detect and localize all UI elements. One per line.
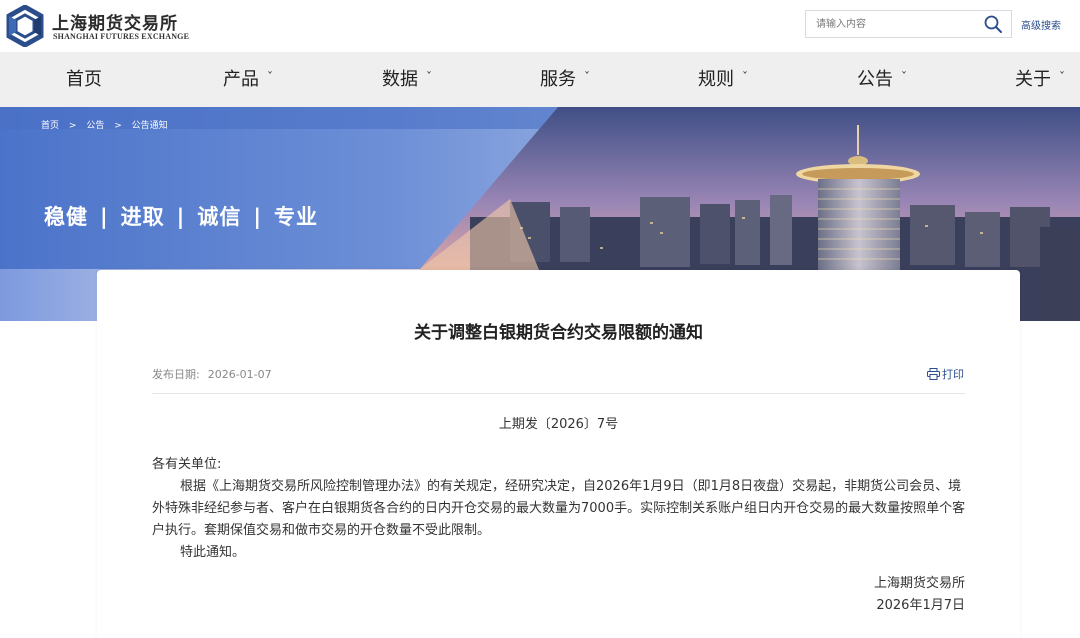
breadcrumb-current: 公告通知 [131,121,168,131]
breadcrumb-separator: > [68,121,77,131]
breadcrumb-home[interactable]: 首页 [41,121,59,131]
publish-date-label: 发布日期: [152,368,200,381]
main-nav: 首页 产品 ˇ 数据 ˇ 服务 ˇ 规则 ˇ 公告 ˇ 关于 ˇ [0,52,1080,107]
body-paragraph: 根据《上海期货交易所风险控制管理办法》的有关规定，经研究决定，自2026年1月9… [152,479,966,538]
caret-down-icon: ˇ [426,70,432,84]
nav-item-label: 公告 [857,69,893,90]
banner-slogan: 稳健 | 进取 | 诚信 | 专业 [44,201,318,231]
breadcrumb-separator: > [114,121,122,131]
search-icon[interactable] [983,14,1003,34]
signature-date: 2026年1月7日 [876,598,965,613]
slogan-word: 进取 [120,205,165,229]
search-box [805,10,1012,38]
body-paragraph: 特此通知。 [180,545,246,560]
document-number: 上期发〔2026〕7号 [498,417,619,432]
shfe-logo-icon[interactable] [4,4,46,48]
nav-item-products[interactable]: 产品 ˇ [223,52,273,107]
nav-item-label: 产品 [223,69,259,90]
site-header: 上海期货交易所 SHANGHAI FUTURES EXCHANGE 高级搜索 [0,0,1080,52]
nav-item-label: 关于 [1015,69,1051,90]
salutation: 各有关单位: [152,457,222,472]
nav-item-home[interactable]: 首页 [66,52,102,107]
article-card: 关于调整白银期货合约交易限额的通知 发布日期: 2026-01-07 打印 上期发… [97,270,1020,638]
advanced-search-link[interactable]: 高级搜索 [1021,17,1061,32]
caret-down-icon: ˇ [1059,70,1065,84]
slogan-separator: | [176,205,186,229]
caret-down-icon: ˇ [742,70,748,84]
divider [152,393,965,394]
slogan-word: 诚信 [197,205,242,229]
article-title: 关于调整白银期货合约交易限额的通知 [414,323,703,343]
caret-down-icon: ˇ [584,70,590,84]
logo-english-name: SHANGHAI FUTURES EXCHANGE [53,32,190,41]
nav-item-data[interactable]: 数据 ˇ [382,52,432,107]
nav-item-rules[interactable]: 规则 ˇ [698,52,748,107]
nav-item-label: 数据 [382,69,418,90]
nav-item-label: 规则 [698,69,734,90]
nav-item-label: 首页 [66,69,102,90]
signature-block: 上海期货交易所 2026年1月7日 [874,573,965,617]
printer-icon [927,368,940,380]
publish-date: 发布日期: 2026-01-07 [152,366,272,382]
signature-org: 上海期货交易所 [873,576,965,591]
slogan-separator: | [253,205,263,229]
publish-date-value: 2026-01-07 [207,368,272,381]
breadcrumb-announcements[interactable]: 公告 [86,121,104,131]
nav-item-services[interactable]: 服务 ˇ [540,52,590,107]
slogan-word: 专业 [274,205,319,229]
logo-chinese-name: 上海期货交易所 [52,14,178,34]
nav-item-announcements[interactable]: 公告 ˇ [857,52,907,107]
slogan-separator: | [100,205,109,229]
breadcrumb: 首页 > 公告 > 公告通知 [41,118,175,131]
search-input[interactable] [806,11,976,37]
print-button[interactable]: 打印 [927,366,964,382]
slogan-word: 稳健 [44,205,88,229]
caret-down-icon: ˇ [267,70,273,84]
article-body: 各有关单位: 根据《上海期货交易所风险控制管理办法》的有关规定，经研究决定，自2… [152,454,967,564]
caret-down-icon: ˇ [901,70,907,84]
nav-item-about[interactable]: 关于 ˇ [1015,52,1065,107]
nav-item-label: 服务 [540,69,576,90]
print-label: 打印 [942,368,964,381]
